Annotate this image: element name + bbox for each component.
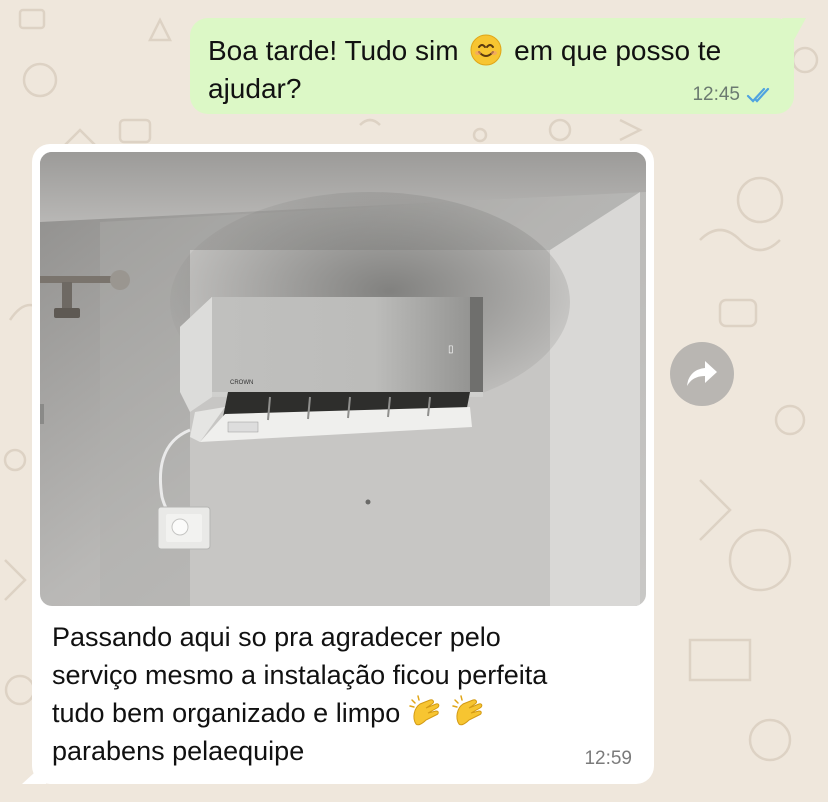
photo-content: CROWN ▯ [40,152,646,606]
incoming-time: 12:59 [584,748,632,769]
incoming-text-line3: tudo bem organizado e limpo [52,698,401,728]
clapping-hands-emoji-icon [452,695,483,726]
double-check-read-icon [746,87,770,103]
ac-brand-logo: CROWN [230,380,253,386]
bubble-tail [22,762,46,784]
outgoing-message-bubble[interactable]: Boa tarde! Tudo sim em que posso te ajud… [190,18,806,114]
incoming-text-line2: serviço mesmo a instalação ficou perfeit… [52,660,548,690]
smiling-face-emoji-icon [470,34,502,66]
outgoing-time: 12:45 [692,84,740,105]
incoming-text-line3-row: tudo bem organizado e limpo [52,694,642,732]
outgoing-meta: 12:45 [692,84,774,106]
photo-air-conditioner[interactable]: CROWN ▯ [40,152,646,606]
svg-text:▯: ▯ [448,344,454,355]
forward-button[interactable] [670,342,734,406]
bubble-tail [782,18,806,40]
incoming-text-line1: Passando aqui so pra agradecer pelo [52,622,501,652]
incoming-message-bubble[interactable]: CROWN ▯ Passando aqui so pra agradecer p… [22,144,654,784]
outgoing-text-part1: Boa tarde! Tudo sim [208,35,459,66]
forward-arrow-icon [687,361,717,386]
incoming-text-line4: parabens pelaequipe [52,736,305,766]
clapping-hands-emoji-icon [408,695,440,726]
incoming-message-text: Passando aqui so pra agradecer pelo serv… [52,618,642,770]
